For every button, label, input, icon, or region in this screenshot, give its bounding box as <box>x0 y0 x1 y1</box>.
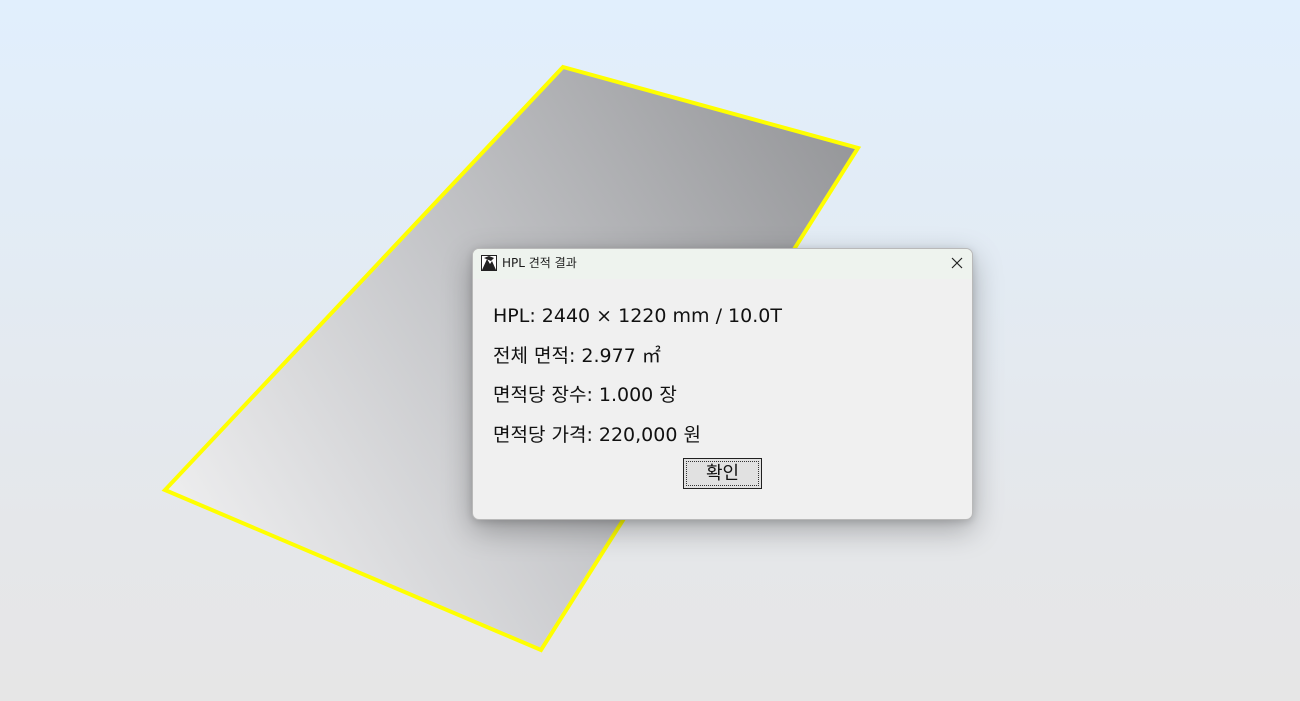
close-icon <box>951 257 963 269</box>
quote-result-dialog: HPL 견적 결과 HPL: 2440 × 1220 mm / 10.0T 전체… <box>472 248 973 520</box>
close-button[interactable] <box>942 249 972 279</box>
ok-button[interactable]: 확인 <box>683 458 762 489</box>
3d-viewport[interactable]: HPL 견적 결과 HPL: 2440 × 1220 mm / 10.0T 전체… <box>0 0 1300 701</box>
dialog-title: HPL 견적 결과 <box>502 256 577 270</box>
hpl-spec-text: HPL: 2440 × 1220 mm / 10.0T <box>493 305 782 327</box>
ok-button-label: 확인 <box>705 463 740 484</box>
sheet-count-text: 면적당 장수: 1.000 장 <box>493 384 677 406</box>
app-logo-icon <box>481 255 497 271</box>
title-bar[interactable]: HPL 견적 결과 <box>473 249 972 279</box>
total-area-text: 전체 면적: 2.977 ㎡ <box>493 345 661 367</box>
price-text: 면적당 가격: 220,000 원 <box>493 424 701 446</box>
